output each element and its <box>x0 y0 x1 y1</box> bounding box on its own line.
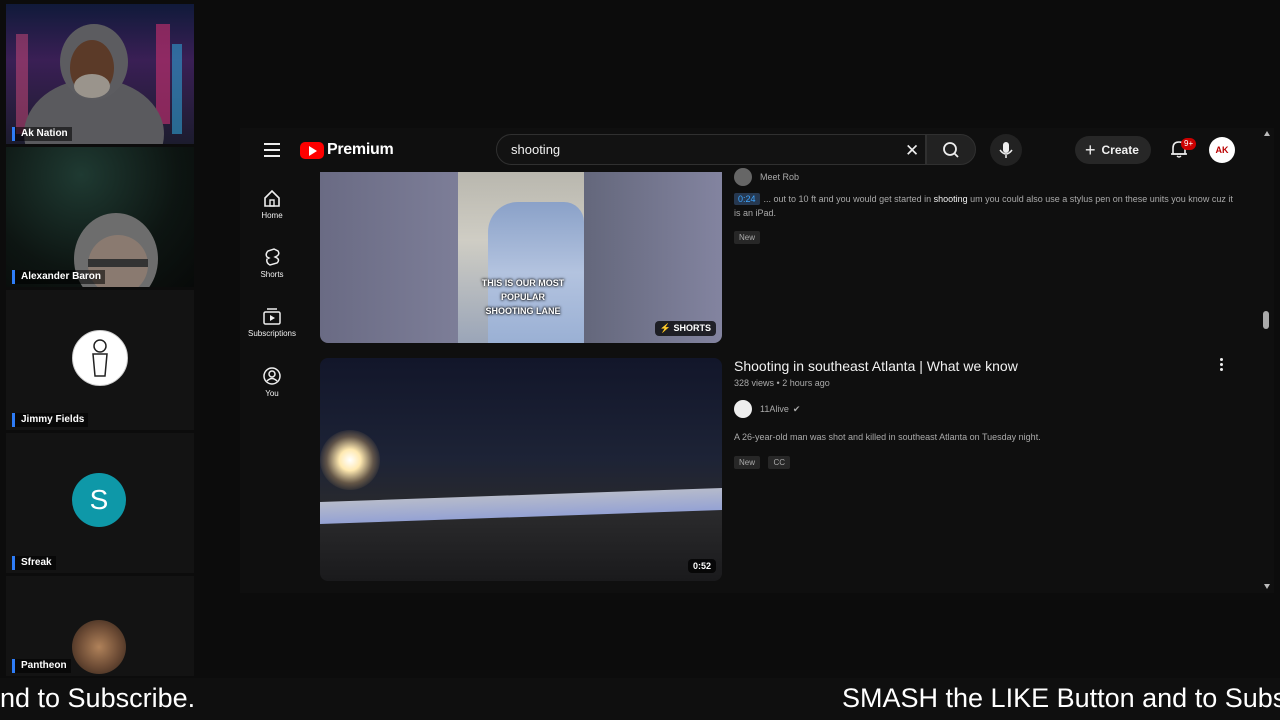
search-box[interactable]: ✕ <box>496 134 926 165</box>
scrollbar-thumb[interactable] <box>1263 311 1269 329</box>
channel-name[interactable]: Meet Rob <box>760 172 799 182</box>
nav-home[interactable]: Home <box>240 188 304 220</box>
youtube-logo[interactable]: Premium <box>300 141 394 159</box>
ticker-text: nd to Subscribe. <box>0 683 196 713</box>
cc-chip: CC <box>768 456 791 469</box>
video-meta: 328 views • 2 hours ago <box>734 378 830 388</box>
nav-shorts[interactable]: Shorts <box>240 247 304 279</box>
transcript-snippet[interactable]: 0:24... out to 10 ft and you would get s… <box>734 192 1234 220</box>
home-icon <box>264 189 280 207</box>
scroll-up-arrow[interactable] <box>1264 131 1270 136</box>
participant-video <box>16 24 182 144</box>
channel-avatar[interactable] <box>734 400 752 418</box>
channel-name[interactable]: 11Alive <box>760 404 789 414</box>
video-title[interactable]: Shooting in southeast Atlanta | What we … <box>734 358 1234 374</box>
chef-logo-icon <box>92 339 108 377</box>
ticker-text: SMASH the LIKE Button and to Subs <box>842 683 1280 713</box>
video-info: Meet Rob 0:24... out to 10 ft and you wo… <box>734 168 1234 245</box>
create-button[interactable]: + Create <box>1075 136 1151 164</box>
participant-name: Jimmy Fields <box>12 413 89 427</box>
duration-badge: 0:52 <box>687 559 716 573</box>
participant-avatar <box>72 330 128 386</box>
video-thumbnail[interactable]: THIS IS OUR MOST POPULAR SHOOTING LANE ⚡… <box>320 172 722 343</box>
nav-subscriptions[interactable]: Subscriptions <box>240 306 304 338</box>
scroll-down-arrow[interactable] <box>1264 584 1270 589</box>
channel-row[interactable]: 11Alive ✔ <box>734 400 1234 418</box>
clear-search-icon[interactable]: ✕ <box>905 141 919 161</box>
new-chip: New <box>734 231 761 244</box>
nav-you[interactable]: You <box>240 366 304 398</box>
video-description: A 26-year-old man was shot and killed in… <box>734 432 1041 442</box>
new-chip: New <box>734 456 761 469</box>
subscriptions-icon <box>263 308 281 325</box>
scrollbar[interactable] <box>1260 128 1272 593</box>
participant-name: Pantheon <box>12 659 71 673</box>
shorts-badge: ⚡ SHORTS <box>654 321 716 336</box>
participant-name: Sfreak <box>12 556 56 570</box>
youtube-window: THIS IS OUR MOST POPULAR SHOOTING LANE ⚡… <box>240 128 1274 593</box>
verified-icon: ✔ <box>792 403 801 414</box>
search-button[interactable] <box>926 134 976 165</box>
masthead: Premium ✕ + Create <box>240 128 1274 172</box>
participant-name: Ak Nation <box>12 127 72 141</box>
video-thumbnail[interactable]: 0:52 <box>320 358 722 581</box>
participant-list: Ak Nation Alexander Baron Jimmy Fields S… <box>0 0 196 678</box>
participant-tile[interactable]: S Sfreak <box>6 433 194 573</box>
participant-video <box>74 213 158 287</box>
thumbnail-caption: SHOOTING LANE <box>485 306 561 316</box>
search-input[interactable] <box>509 141 893 158</box>
menu-icon[interactable] <box>264 143 280 157</box>
user-icon <box>263 367 281 385</box>
participant-tile[interactable]: Pantheon <box>6 576 194 676</box>
shorts-icon <box>265 248 280 266</box>
search-icon <box>943 142 959 158</box>
thumbnail-caption: THIS IS OUR MOST POPULAR <box>481 278 565 302</box>
participant-avatar <box>72 620 126 674</box>
participant-avatar: S <box>72 473 126 527</box>
video-info: Shooting in southeast Atlanta | What we … <box>734 358 1234 470</box>
account-avatar[interactable]: AK <box>1209 137 1235 163</box>
participant-tile[interactable]: Ak Nation <box>6 4 194 144</box>
participant-tile[interactable]: Alexander Baron <box>6 147 194 287</box>
youtube-play-icon <box>300 141 324 159</box>
voice-search-button[interactable] <box>990 134 1022 166</box>
plus-icon: + <box>1085 139 1096 160</box>
shorts-icon: ⚡ <box>659 323 671 333</box>
more-options-icon[interactable] <box>1220 358 1226 373</box>
scrolling-ticker: nd to Subscribe. SMASH the LIKE Button a… <box>0 678 1280 720</box>
notification-badge: 9+ <box>1181 138 1197 150</box>
participant-name: Alexander Baron <box>12 270 106 284</box>
microphone-icon <box>999 142 1013 158</box>
participant-tile[interactable]: Jimmy Fields <box>6 290 194 430</box>
snippet-timestamp[interactable]: 0:24 <box>734 193 760 205</box>
